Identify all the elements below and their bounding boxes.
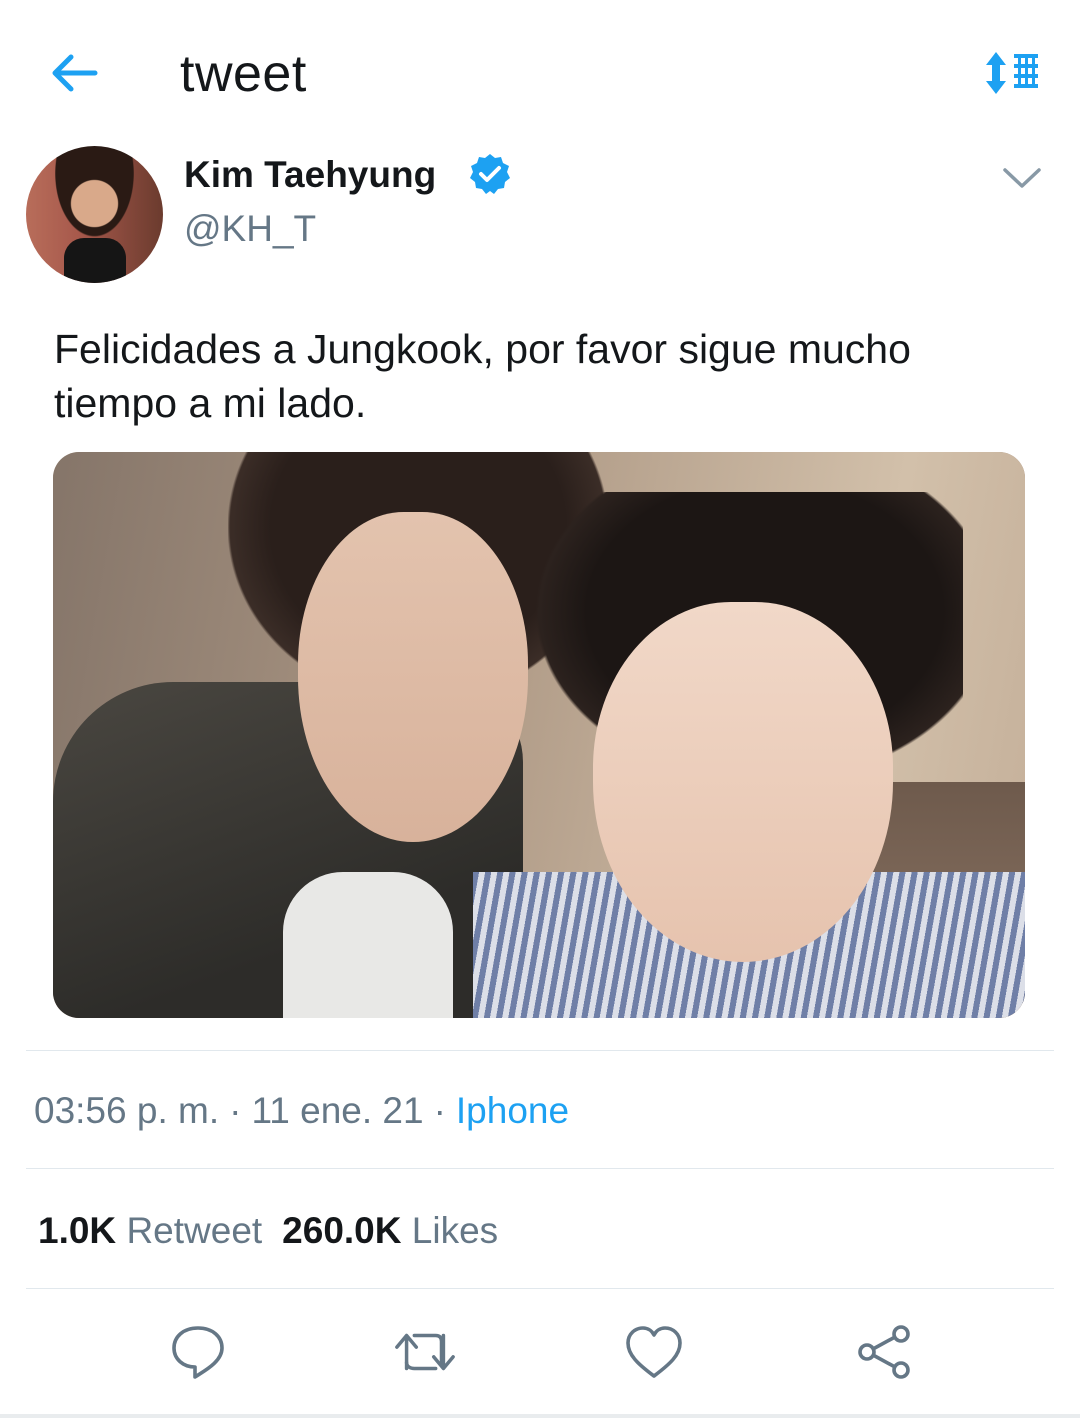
bottom-bar — [0, 1414, 1080, 1418]
chevron-down-icon — [1003, 168, 1041, 188]
reply-button[interactable] — [166, 1320, 230, 1384]
photo-face-left — [298, 512, 528, 842]
user-handle[interactable]: @KH_T — [184, 208, 316, 250]
speech-bubble-icon — [172, 1326, 224, 1379]
tweet-meta: 03:56 p. m. · 11 ene. 21 · Iphone — [34, 1090, 569, 1132]
photo-shirt — [283, 872, 453, 1018]
heart-icon — [626, 1326, 682, 1378]
likes-stat[interactable]: 260.0K Likes — [282, 1210, 498, 1251]
top-bar: tweet — [0, 0, 1080, 140]
likes-label: Likes — [411, 1210, 499, 1251]
tweet-time: 03:56 p. m. — [34, 1090, 220, 1131]
user-name[interactable]: Kim Taehyung — [184, 154, 436, 196]
tweet-photo[interactable] — [53, 452, 1025, 1018]
page-title: tweet — [180, 45, 307, 103]
like-button[interactable] — [622, 1320, 686, 1384]
divider — [26, 1288, 1054, 1289]
likes-count: 260.0K — [282, 1210, 402, 1251]
avatar-figure — [64, 238, 126, 283]
tweet-text: Felicidades a Jungkook, por favor sigue … — [54, 326, 911, 426]
divider — [26, 1050, 1054, 1051]
sort-lines-icon — [986, 52, 1038, 94]
tweet-source-link[interactable]: Iphone — [456, 1090, 569, 1131]
meta-separator: · — [229, 1090, 242, 1131]
retweet-icon — [395, 1333, 455, 1371]
tweet-date: 11 ene. 21 — [251, 1090, 424, 1131]
divider — [26, 1168, 1054, 1169]
share-nodes-icon — [858, 1325, 910, 1379]
retweet-button[interactable] — [393, 1320, 457, 1384]
meta-separator: · — [433, 1090, 446, 1131]
tweet-menu-button[interactable] — [996, 160, 1048, 196]
retweets-count: 1.0K — [38, 1210, 117, 1251]
sort-button[interactable] — [978, 48, 1044, 98]
tweet-stats: 1.0K Retweet 260.0K Likes — [38, 1210, 498, 1252]
retweets-label: Retweet — [126, 1210, 263, 1251]
back-button[interactable] — [44, 48, 104, 98]
avatar[interactable] — [26, 146, 163, 283]
share-button[interactable] — [852, 1320, 916, 1384]
verified-badge-icon — [470, 154, 510, 194]
retweets-stat[interactable]: 1.0K Retweet — [38, 1210, 262, 1251]
arrow-left-icon — [52, 54, 98, 92]
photo-face-right — [593, 602, 893, 962]
